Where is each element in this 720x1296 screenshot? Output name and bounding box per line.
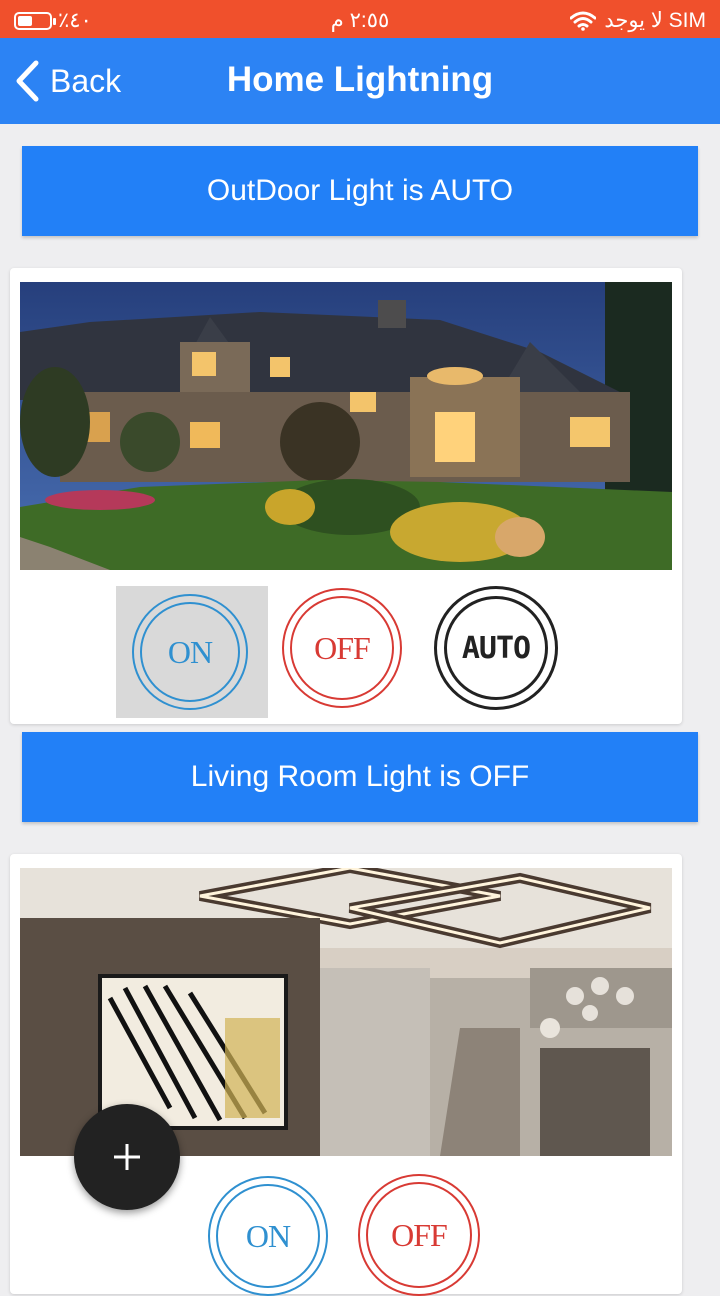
house-exterior-night-photo xyxy=(20,282,672,570)
outdoor-status-banner: OutDoor Light is AUTO xyxy=(22,146,698,236)
nav-bar: Back Home Lightning xyxy=(0,38,720,124)
living-room-off-button[interactable]: OFF xyxy=(358,1174,480,1296)
on-ring-icon: ON xyxy=(132,594,248,710)
on-ring-icon: ON xyxy=(208,1176,328,1296)
outdoor-off-button[interactable]: OFF xyxy=(282,588,402,708)
living-room-light-card: ON OFF xyxy=(10,854,682,1296)
living-room-on-button[interactable]: ON xyxy=(208,1176,328,1296)
add-button[interactable] xyxy=(74,1104,180,1210)
page-title: Home Lightning xyxy=(226,60,494,99)
outdoor-light-card: ON OFF AUTO xyxy=(10,268,682,724)
outdoor-on-button[interactable]: ON xyxy=(116,586,268,718)
house-exterior-image xyxy=(20,282,672,570)
network-indicator: لا يوجد SIM xyxy=(570,8,706,33)
carrier-label: لا يوجد SIM xyxy=(604,9,706,32)
wifi-icon xyxy=(570,11,597,31)
living-room-status-banner: Living Room Light is OFF xyxy=(22,732,698,822)
plus-icon xyxy=(114,1144,140,1170)
status-bar: ٪٤٠ ٢:٥٥ م لا يوجد SIM xyxy=(0,0,720,38)
auto-ring-icon: AUTO xyxy=(434,586,558,710)
outdoor-auto-button[interactable]: AUTO xyxy=(434,586,558,710)
off-ring-icon: OFF xyxy=(282,588,402,708)
off-ring-icon: OFF xyxy=(358,1174,480,1296)
